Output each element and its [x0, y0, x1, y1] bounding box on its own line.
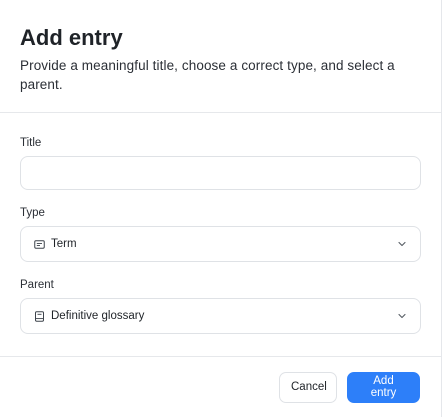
type-select[interactable]: Term [20, 226, 421, 262]
dialog-title: Add entry [20, 25, 123, 50]
term-icon [33, 238, 45, 250]
parent-field-group: Parent Definitive glossary [20, 278, 421, 334]
chevron-down-icon [396, 238, 408, 250]
type-label: Type [20, 207, 45, 219]
type-selected-value: Term [51, 238, 77, 250]
glossary-book-icon [33, 310, 45, 322]
type-field-group: Type Term [20, 206, 421, 262]
dialog-body: Title Type Term Parent Definitive glossa… [0, 113, 441, 334]
title-label: Title [20, 137, 42, 149]
dialog-header: Add entry Provide a meaningful title, ch… [0, 0, 441, 113]
add-entry-button[interactable]: Add entry [347, 371, 420, 403]
cancel-button[interactable]: Cancel [279, 371, 337, 403]
parent-selected-value: Definitive glossary [51, 310, 145, 322]
parent-select[interactable]: Definitive glossary [20, 298, 421, 334]
add-entry-dialog: Add entry Provide a meaningful title, ch… [0, 0, 442, 417]
parent-label: Parent [20, 279, 54, 291]
title-field-group: Title [20, 136, 421, 190]
dialog-subtitle: Provide a meaningful title, choose a cor… [20, 58, 395, 92]
title-input[interactable] [20, 156, 421, 190]
dialog-footer: Cancel Add entry [0, 356, 441, 417]
chevron-down-icon [396, 310, 408, 322]
